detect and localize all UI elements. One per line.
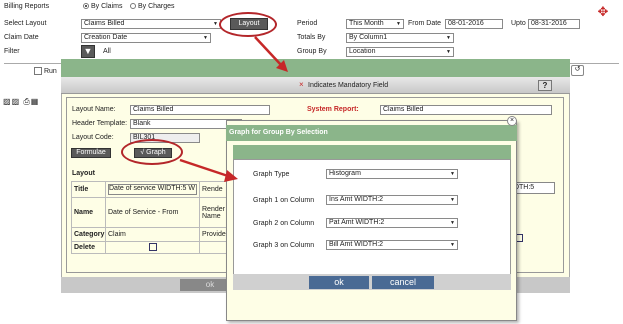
arrow-to-layout-dialog — [254, 36, 283, 67]
arrow-head — [224, 170, 238, 182]
arrow-to-graph-dialog — [179, 158, 229, 178]
annotation-arrows — [179, 36, 288, 182]
